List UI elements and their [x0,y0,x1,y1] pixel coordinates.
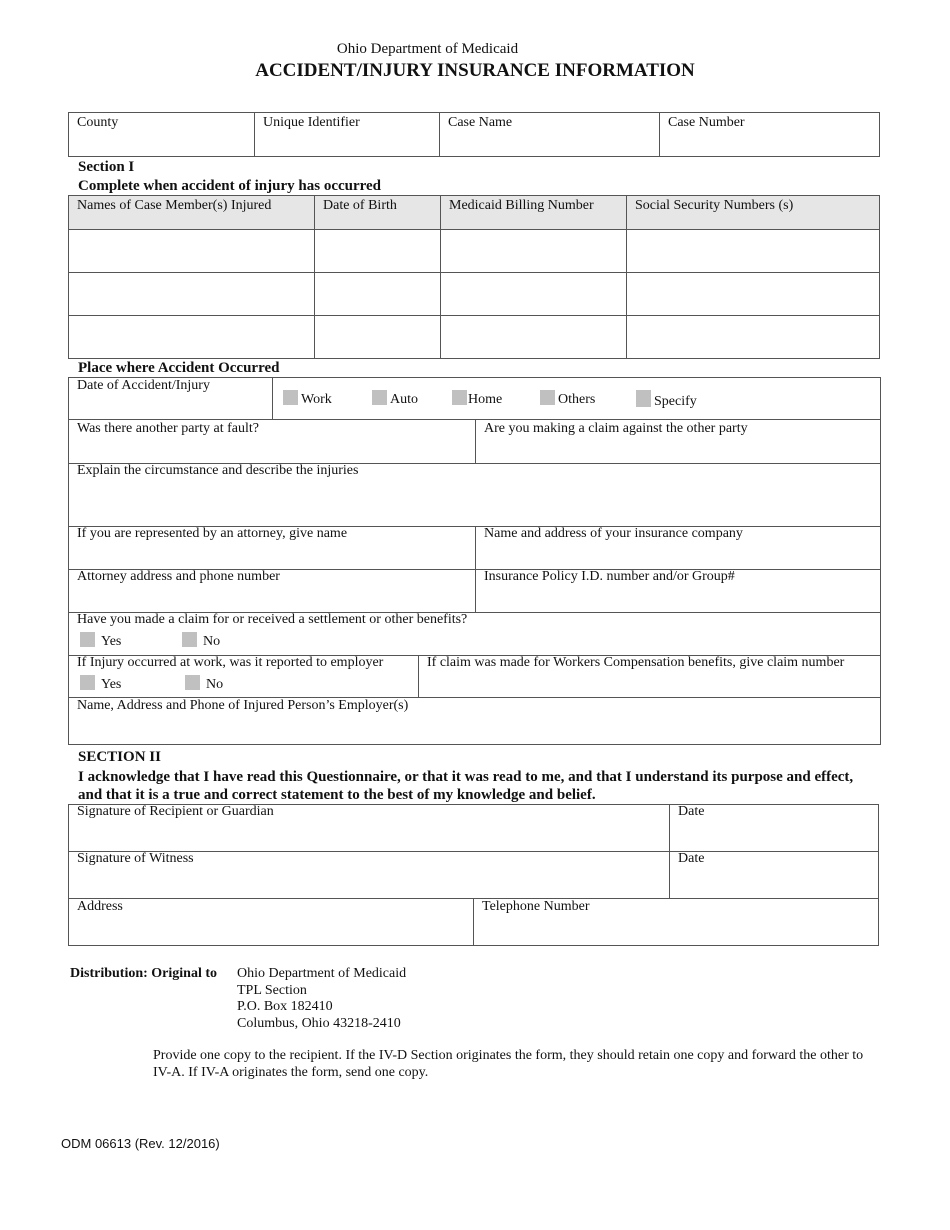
dob-input[interactable] [314,315,441,359]
policy-id-label: Insurance Policy I.D. number and/or Grou… [484,569,735,584]
medicaid-number-input[interactable] [440,315,627,359]
settlement-yes-label: Yes [101,634,122,649]
employer-label: Name, Address and Phone of Injured Perso… [77,698,409,713]
reported-no-label: No [206,677,224,692]
table-row [68,229,880,273]
table-row [68,315,880,359]
option-home-label: Home [468,392,503,407]
address-line: P.O. Box 182410 [237,999,333,1014]
dob-input[interactable] [314,229,441,273]
unique-identifier-label: Unique Identifier [263,115,360,130]
section-1-heading: Section I [78,159,135,175]
recipient-signature-label: Signature of Recipient or Guardian [77,804,274,819]
distribution-instructions: Provide one copy to the recipient. If th… [153,1048,864,1080]
checkbox-icon[interactable] [80,632,95,647]
ssn-input[interactable] [626,272,880,316]
checkbox-icon[interactable] [182,632,197,647]
option-specify[interactable]: Specify [636,390,697,410]
address-field[interactable] [68,898,474,946]
table-row [68,272,880,316]
settlement-question-label: Have you made a claim for or received a … [77,612,468,627]
explain-circumstance-label: Explain the circumstance and describe th… [77,463,359,478]
checkbox-icon[interactable] [372,390,387,405]
option-auto[interactable]: Auto [372,390,418,408]
checkbox-icon[interactable] [540,390,555,405]
reported-yes[interactable]: Yes [80,675,121,693]
settlement-yes[interactable]: Yes [80,632,121,650]
acknowledgement-text: I acknowledge that I have read this Ques… [78,769,854,803]
column-header-ssn: Social Security Numbers (s) [626,195,880,230]
checkbox-icon[interactable] [452,390,467,405]
dob-input[interactable] [314,272,441,316]
option-auto-label: Auto [390,392,418,407]
date-of-accident-label: Date of Accident/Injury [77,378,210,393]
option-others[interactable]: Others [540,390,595,408]
column-header-dob: Date of Birth [314,195,441,230]
date-1-label: Date [678,804,705,819]
case-name-label: Case Name [448,115,513,130]
checkbox-icon[interactable] [636,390,651,407]
date-2-label: Date [678,851,705,866]
workers-comp-label: If claim was made for Workers Compensati… [427,655,845,670]
address-line: Columbus, Ohio 43218-2410 [237,1015,401,1031]
telephone-label: Telephone Number [482,899,590,914]
ssn-input[interactable] [626,229,880,273]
attorney-address-label: Attorney address and phone number [77,569,280,584]
checkbox-icon[interactable] [185,675,200,690]
settlement-no[interactable]: No [182,632,220,650]
option-work[interactable]: Work [283,390,332,408]
settlement-no-label: No [203,634,221,649]
case-number-field[interactable]: Case Number [659,112,880,157]
column-header-names: Names of Case Member(s) Injured [68,195,315,230]
ssn-input[interactable] [626,315,880,359]
unique-identifier-field[interactable]: Unique Identifier [254,112,440,157]
option-specify-label: Specify [654,394,697,409]
address-line: Ohio Department of Medicaid [237,966,407,981]
case-number-label: Case Number [668,115,745,130]
checkbox-icon[interactable] [80,675,95,690]
name-input[interactable] [68,229,315,273]
option-home[interactable]: Home [452,390,502,408]
section-2-heading: SECTION II [78,749,161,765]
address-line: TPL Section [237,982,307,998]
column-header-medicaid-number: Medicaid Billing Number [440,195,627,230]
distribution-address: Ohio Department of Medicaid TPL Section … [237,966,406,1032]
name-input[interactable] [68,315,315,359]
medicaid-number-input[interactable] [440,272,627,316]
other-party-fault-label: Was there another party at fault? [77,421,259,436]
witness-signature-label: Signature of Witness [77,851,194,866]
reported-employer-label: If Injury occurred at work, was it repor… [77,655,384,670]
case-name-field[interactable]: Case Name [439,112,660,157]
name-input[interactable] [68,272,315,316]
section-1-subheading: Complete when accident of injury has occ… [78,178,382,194]
medicaid-number-input[interactable] [440,229,627,273]
reported-no[interactable]: No [185,675,223,693]
reported-yes-label: Yes [101,677,122,692]
agency-name: Ohio Department of Medicaid [336,41,519,57]
insurance-company-label: Name and address of your insurance compa… [484,526,743,541]
form-number: ODM 06613 (Rev. 12/2016) [61,1136,220,1151]
place-heading: Place where Accident Occurred [78,360,280,376]
attorney-name-label: If you are represented by an attorney, g… [77,526,348,541]
option-others-label: Others [558,392,596,407]
option-work-label: Work [301,392,332,407]
claim-other-party-label: Are you making a claim against the other… [484,421,748,436]
distribution-label: Distribution: Original to [70,966,218,981]
county-label: County [77,115,119,130]
form-title: ACCIDENT/INJURY INSURANCE INFORMATION [255,60,695,81]
case-info-table: County Unique Identifier Case Name Case … [68,112,880,157]
county-field[interactable]: County [68,112,255,157]
injured-members-table: Names of Case Member(s) Injured Date of … [68,195,880,359]
checkbox-icon[interactable] [283,390,298,405]
address-label: Address [77,899,123,914]
